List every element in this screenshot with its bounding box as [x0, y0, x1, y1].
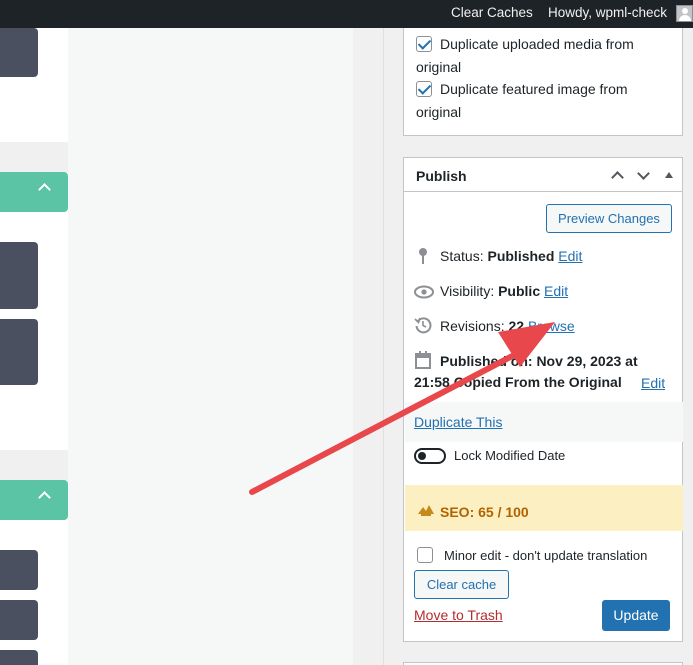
duplicate-options-box: Duplicate uploaded media from original Du…: [403, 28, 683, 136]
publish-title: Publish: [416, 168, 467, 184]
editor-canvas: [68, 28, 353, 665]
calendar-icon: [415, 351, 431, 369]
duplicate-media-checkbox[interactable]: [416, 36, 432, 52]
lock-modified-label: Lock Modified Date: [454, 448, 566, 463]
published-on-line1: Published on: Nov 29, 2023 at: [440, 353, 638, 369]
visibility-row: Visibility: Public Edit: [440, 283, 568, 299]
revisions-row: Revisions: 22 Browse: [440, 318, 575, 334]
browse-revisions-link[interactable]: Browse: [528, 318, 575, 334]
pin-icon: [419, 248, 427, 264]
edit-date-link[interactable]: Edit: [641, 375, 665, 391]
toggle-panel-icon[interactable]: [665, 172, 673, 178]
edit-status-link[interactable]: Edit: [558, 248, 582, 264]
duplicate-featured-label: Duplicate featured image from original: [416, 81, 628, 120]
section-collapse-bar[interactable]: [0, 480, 68, 520]
content-block[interactable]: [0, 28, 38, 77]
clear-cache-button[interactable]: Clear cache: [414, 570, 509, 599]
admin-bar: Clear Caches Howdy, wpml-check: [0, 0, 693, 28]
move-up-icon[interactable]: [610, 168, 624, 182]
status-label: Status:: [440, 248, 484, 264]
minor-edit-checkbox[interactable]: [417, 547, 433, 563]
duplicate-media-label: Duplicate uploaded media from original: [416, 36, 634, 75]
user-avatar-icon[interactable]: [676, 5, 693, 22]
duplicate-row: Duplicate This: [405, 402, 683, 442]
content-block[interactable]: [0, 319, 38, 385]
preview-changes-button[interactable]: Preview Changes: [546, 204, 672, 233]
revisions-label: Revisions:: [440, 318, 505, 334]
status-value: Published: [487, 248, 555, 264]
content-block[interactable]: [0, 600, 38, 640]
section-collapse-bar[interactable]: [0, 172, 68, 212]
duplicate-featured-checkbox[interactable]: [416, 81, 432, 97]
seo-score: SEO: 65 / 100: [440, 504, 529, 520]
move-to-trash-link[interactable]: Move to Trash: [414, 607, 503, 623]
publish-header: Publish: [404, 158, 682, 192]
editor-panel: [0, 172, 68, 450]
lock-modified-toggle[interactable]: [414, 448, 446, 464]
content-block[interactable]: [0, 550, 38, 590]
chevron-up-icon: [38, 491, 51, 504]
seo-score-row: SEO: 65 / 100: [405, 485, 683, 531]
howdy-user-menu[interactable]: Howdy, wpml-check: [548, 5, 667, 20]
seo-icon: [418, 505, 434, 516]
clear-caches-link[interactable]: Clear Caches: [451, 5, 533, 20]
minor-edit-label: Minor edit - don't update translation: [444, 548, 648, 563]
eye-icon: [414, 285, 434, 299]
update-button[interactable]: Update: [602, 600, 670, 631]
chevron-up-icon: [38, 183, 51, 196]
revisions-icon: [414, 317, 432, 334]
publish-box: Publish Preview Changes Status: Publishe…: [403, 157, 683, 642]
edit-visibility-link[interactable]: Edit: [544, 283, 568, 299]
visibility-value: Public: [498, 283, 541, 299]
content-block[interactable]: [0, 242, 38, 309]
duplicate-this-link[interactable]: Duplicate This: [414, 414, 502, 430]
status-row: Status: Published Edit: [440, 248, 582, 264]
published-on-line2: 21:58 Copied From the Original: [414, 374, 622, 390]
revisions-count: 22: [508, 318, 525, 334]
move-down-icon[interactable]: [636, 168, 650, 182]
visibility-label: Visibility:: [440, 283, 495, 299]
content-block[interactable]: [0, 650, 38, 665]
